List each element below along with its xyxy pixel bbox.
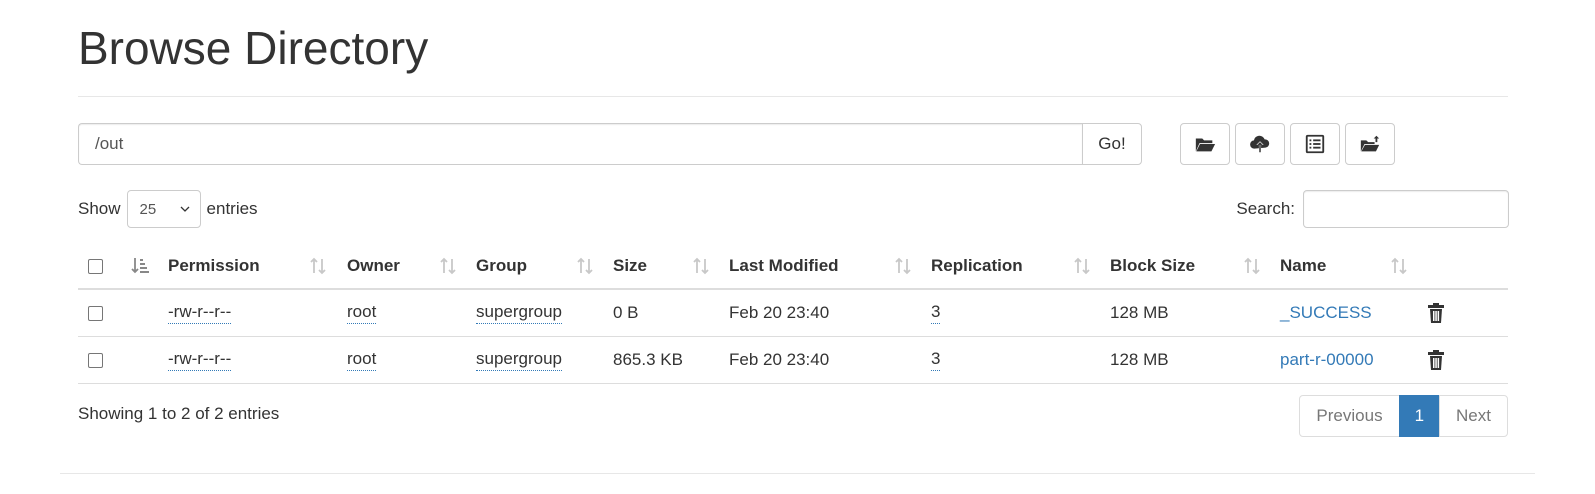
file-name-link[interactable]: part-r-00000 [1280, 350, 1374, 370]
go-button[interactable]: Go! [1082, 123, 1142, 165]
group-value[interactable]: supergroup [476, 349, 563, 371]
sort-both-icon [310, 257, 326, 275]
sort-name[interactable] [1389, 244, 1409, 288]
sort-last-modified[interactable] [893, 244, 913, 288]
size-cell: 865.3 KB [613, 350, 683, 369]
file-name-link[interactable]: _SUCCESS [1280, 303, 1372, 323]
column-header-owner[interactable]: Owner [347, 244, 400, 288]
browse-directory-page: Browse Directory Go! [0, 0, 1595, 494]
column-header-name[interactable]: Name [1280, 244, 1326, 288]
page-title: Browse Directory [78, 22, 429, 74]
delete-button[interactable] [1426, 290, 1446, 336]
pagination: Previous 1 Next [1299, 395, 1508, 437]
search-box: Search: [1236, 190, 1509, 228]
entries-select-value: 25 [139, 200, 157, 218]
table-header: Permission Owner Group Size Last Modifie… [78, 244, 1508, 290]
move-button[interactable] [1345, 123, 1395, 165]
block-size-cell: 128 MB [1110, 303, 1169, 322]
column-header-block-size[interactable]: Block Size [1110, 244, 1195, 288]
sort-both-icon [1074, 257, 1090, 275]
owner-cell: root [347, 290, 377, 336]
replication-cell: 3 [931, 290, 941, 336]
row-select-cell [88, 290, 103, 336]
sort-column[interactable] [130, 244, 150, 288]
select-all-checkbox[interactable] [88, 258, 103, 274]
group-cell: supergroup [476, 290, 563, 336]
entries-length: Show 25 entries [78, 190, 258, 228]
sort-permission[interactable] [308, 244, 328, 288]
name-cell: _SUCCESS [1280, 290, 1372, 336]
owner-value[interactable]: root [347, 302, 377, 324]
entries-select[interactable]: 25 [126, 190, 201, 228]
folder-upload-icon [1360, 135, 1380, 152]
block-size-cell: 128 MB [1110, 350, 1169, 369]
modified-cell: Feb 20 23:40 [729, 350, 830, 369]
search-label: Search: [1236, 199, 1295, 218]
folder-open-icon [1195, 138, 1216, 152]
list-alt-icon [1305, 134, 1325, 154]
table-row: -rw-r--r-- root supergroup 0 B Feb 20 23… [78, 290, 1508, 337]
size-cell: 0 B [613, 303, 639, 322]
replication-cell: 3 [931, 337, 941, 383]
sort-both-icon [1244, 257, 1260, 275]
trash-icon [1428, 350, 1444, 370]
modified-cell: Feb 20 23:40 [729, 303, 830, 322]
group-value[interactable]: supergroup [476, 302, 563, 324]
sort-group[interactable] [575, 244, 595, 288]
search-input[interactable] [1303, 190, 1509, 228]
row-checkbox[interactable] [88, 352, 103, 368]
cloud-upload-icon [1250, 135, 1270, 153]
name-cell: part-r-00000 [1280, 337, 1374, 383]
sort-replication[interactable] [1072, 244, 1092, 288]
group-cell: supergroup [476, 337, 563, 383]
permission-cell: -rw-r--r-- [168, 290, 232, 336]
file-table: Permission Owner Group Size Last Modifie… [78, 244, 1508, 384]
upload-button[interactable] [1235, 123, 1285, 165]
sort-block-size[interactable] [1242, 244, 1262, 288]
sort-both-icon [693, 257, 709, 275]
sort-both-icon [577, 257, 593, 275]
path-input[interactable] [78, 123, 1082, 165]
sort-size[interactable] [691, 244, 711, 288]
permission-value[interactable]: -rw-r--r-- [168, 349, 232, 371]
sort-owner[interactable] [438, 244, 458, 288]
previous-page-button[interactable]: Previous [1299, 395, 1400, 437]
sort-both-icon [1391, 257, 1407, 275]
sort-both-icon [440, 257, 456, 275]
title-divider [78, 96, 1508, 97]
show-label: Show [78, 199, 121, 218]
entries-label: entries [206, 199, 258, 218]
column-header-permission[interactable]: Permission [168, 244, 260, 288]
sort-both-icon [895, 257, 911, 275]
sort-ascending-icon [131, 258, 149, 274]
chevron-down-icon [180, 206, 189, 212]
permission-value[interactable]: -rw-r--r-- [168, 302, 232, 324]
delete-button[interactable] [1426, 337, 1446, 383]
column-header-size[interactable]: Size [613, 244, 647, 288]
path-bar: Go! [78, 123, 1142, 165]
table-row: -rw-r--r-- root supergroup 865.3 KB Feb … [78, 337, 1508, 384]
owner-cell: root [347, 337, 377, 383]
next-page-button[interactable]: Next [1439, 395, 1508, 437]
permission-cell: -rw-r--r-- [168, 337, 232, 383]
toolbar [1180, 123, 1395, 165]
owner-value[interactable]: root [347, 349, 377, 371]
table-info: Showing 1 to 2 of 2 entries [78, 404, 280, 423]
column-header-last-modified[interactable]: Last Modified [729, 244, 839, 288]
row-checkbox[interactable] [88, 305, 103, 321]
trash-icon [1428, 303, 1444, 323]
column-header-group[interactable]: Group [476, 244, 527, 288]
row-select-cell [88, 337, 103, 383]
page-1-button[interactable]: 1 [1398, 395, 1441, 437]
footer-divider [60, 473, 1535, 474]
create-directory-button[interactable] [1180, 123, 1230, 165]
column-header-replication[interactable]: Replication [931, 244, 1023, 288]
select-all-cell [88, 244, 103, 288]
replication-value[interactable]: 3 [931, 302, 941, 324]
replication-value[interactable]: 3 [931, 349, 941, 371]
view-list-button[interactable] [1290, 123, 1340, 165]
